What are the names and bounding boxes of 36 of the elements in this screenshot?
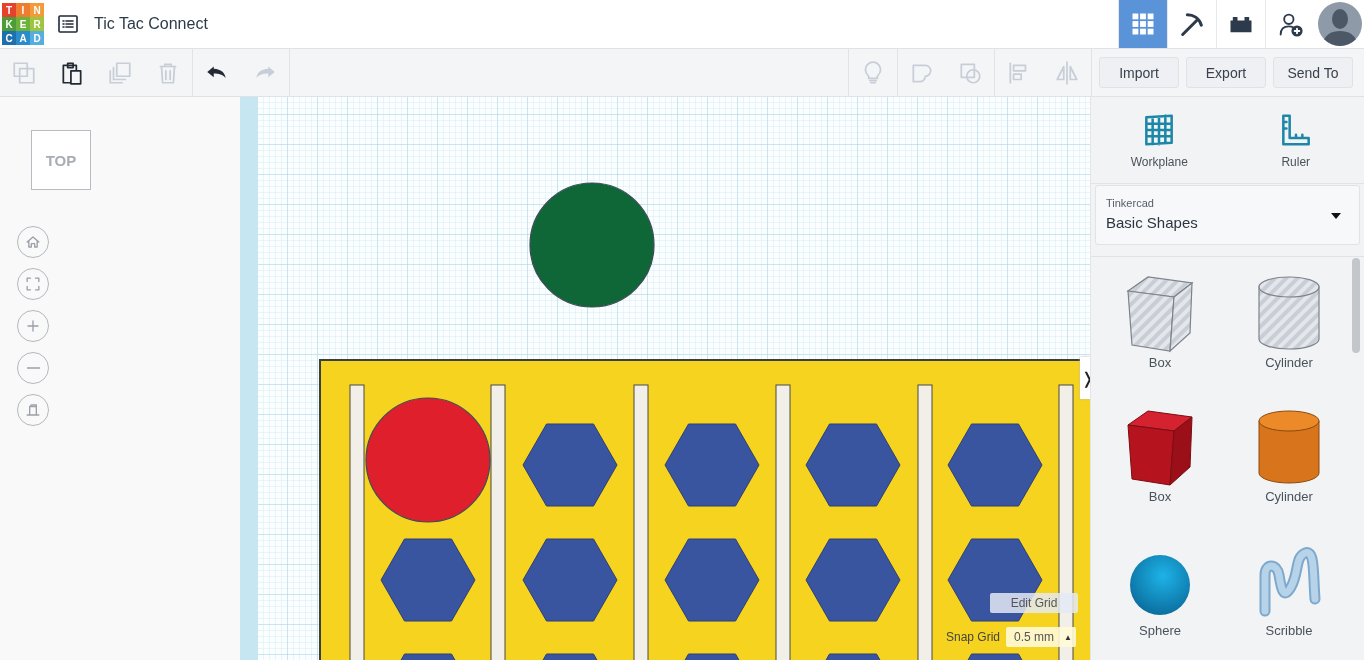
edit-grid-button[interactable]: Edit Grid — [990, 593, 1078, 613]
scrollbar[interactable] — [1352, 258, 1360, 353]
view-control-button[interactable] — [17, 268, 49, 300]
tool-label[interactable]: Workplane — [1130, 155, 1188, 169]
design-title[interactable]: Tic Tac Connect — [94, 15, 208, 33]
logo-letter: N — [30, 3, 44, 17]
view-control-button[interactable] — [17, 394, 49, 426]
view-control-button[interactable] — [17, 226, 49, 258]
view-control-button[interactable] — [17, 352, 49, 384]
logo-letter: E — [16, 17, 30, 31]
toolbar-button[interactable]: Send To — [1273, 57, 1353, 88]
snap-grid-label: Snap Grid — [946, 630, 1001, 644]
avatar-icon[interactable] — [1318, 2, 1362, 46]
logo-letter: D — [30, 31, 44, 45]
logo-letter: K — [2, 17, 16, 31]
view-control-button[interactable] — [17, 310, 49, 342]
shape-label: Cylinder — [1265, 355, 1313, 370]
clipboard-icon[interactable] — [59, 59, 85, 86]
tool-label[interactable]: Ruler — [1281, 155, 1311, 169]
shape-label: Cylinder — [1265, 489, 1313, 504]
logo-letter: C — [2, 31, 16, 45]
shape-label: Scribble — [1265, 623, 1313, 638]
shape-label: Box — [1148, 489, 1172, 504]
logo-letter: A — [16, 31, 30, 45]
list-icon[interactable] — [56, 12, 80, 36]
logo-letter: T — [2, 3, 16, 17]
toolbar-button[interactable]: Import — [1099, 57, 1179, 88]
toolbar-button[interactable]: Export — [1186, 57, 1266, 88]
library-dropdown[interactable]: Tinkercad Basic Shapes — [1095, 185, 1360, 245]
pickaxe-icon — [1178, 10, 1206, 38]
logo-letter: I — [16, 3, 30, 17]
caret-icon — [1331, 213, 1341, 219]
shape-label: Box — [1148, 355, 1172, 370]
logo-letter: R — [30, 17, 44, 31]
snap-grid-field[interactable]: 0.5 mm ▲ — [1006, 627, 1077, 647]
shape-label: Sphere — [1139, 623, 1181, 638]
